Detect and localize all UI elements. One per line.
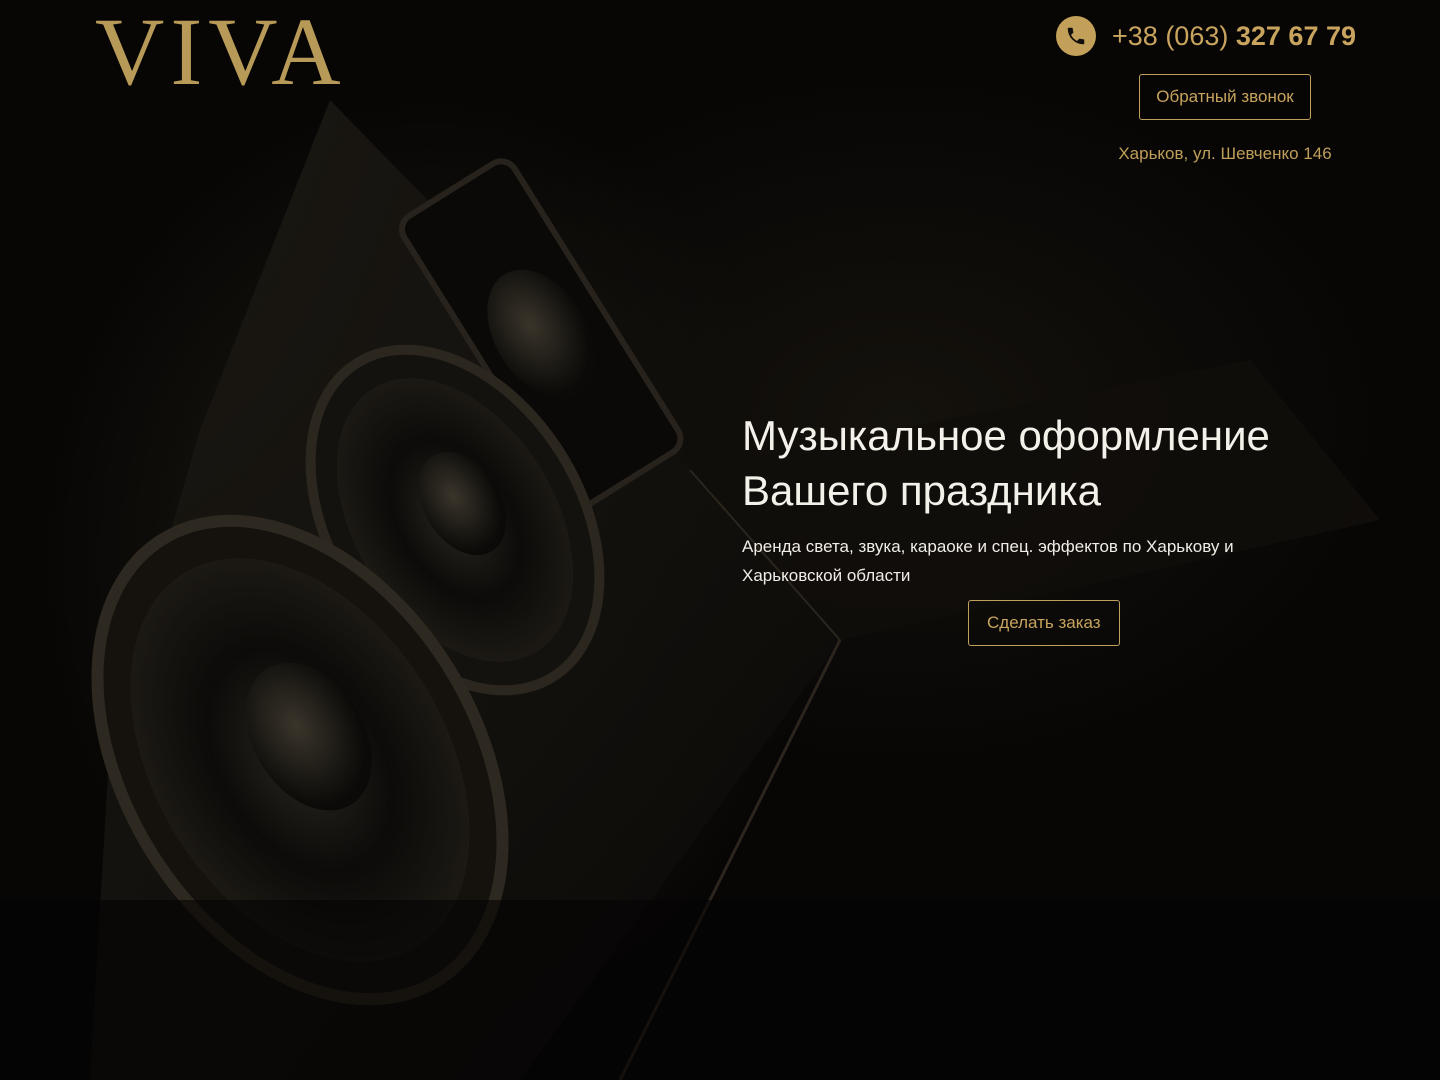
hero-title-line2: Вашего праздника bbox=[742, 467, 1101, 514]
address: Харьков, ул. Шевченко 146 bbox=[1118, 144, 1332, 163]
phone-main: 327 67 79 bbox=[1235, 20, 1356, 51]
logo-text: VIVA bbox=[95, 0, 347, 105]
phone-icon bbox=[1056, 16, 1097, 56]
logo[interactable]: VIVA bbox=[95, 0, 355, 105]
hero-section: Музыкальное оформление Вашего праздника … bbox=[742, 408, 1362, 590]
hero-subtitle: Аренда света, звука, караоке и спец. эфф… bbox=[742, 537, 1234, 585]
phone-number[interactable]: +38 (063) 327 67 79 bbox=[1112, 21, 1356, 52]
phone-row: +38 (063) 327 67 79 bbox=[1036, 14, 1356, 58]
phone-prefix: +38 (063) bbox=[1112, 20, 1229, 51]
hero-title: Музыкальное оформление Вашего праздника bbox=[742, 408, 1362, 518]
callback-button[interactable]: Обратный звонок bbox=[1139, 74, 1311, 120]
hero-title-line1: Музыкальное оформление bbox=[742, 412, 1270, 459]
order-button[interactable]: Сделать заказ bbox=[968, 600, 1120, 646]
header-contact: +38 (063) 327 67 79 Обратный звонок Харь… bbox=[1036, 14, 1356, 164]
landing-page: VIVA +38 (063) 327 67 79 Обратный звонок… bbox=[0, 0, 1440, 1080]
